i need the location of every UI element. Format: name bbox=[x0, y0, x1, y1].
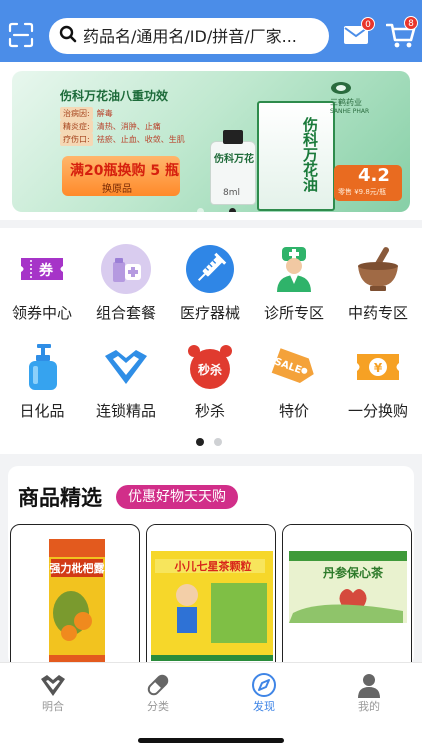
tab-label: 我的 bbox=[358, 700, 380, 713]
doctor-icon bbox=[277, 247, 311, 292]
category-clinic[interactable]: 诊所专区 bbox=[252, 228, 336, 324]
banner-dot-active[interactable] bbox=[229, 208, 236, 212]
tab-discover[interactable]: 发现 bbox=[211, 663, 317, 723]
feature-tag: 精炎症: bbox=[60, 120, 93, 133]
logo-sub: SANHE PHAR bbox=[330, 108, 370, 115]
pump-bottle-icon bbox=[29, 344, 57, 390]
category-flash-sale[interactable]: 秒杀 秒杀 bbox=[168, 326, 252, 422]
message-badge: 0 bbox=[361, 17, 375, 31]
feature-text: 解毒 bbox=[96, 109, 113, 118]
search-bar[interactable] bbox=[49, 18, 329, 54]
featured-products: 商品精选 优惠好物天天购 强力枇杷露 小儿七星茶颗粒 丹参保心茶 bbox=[8, 466, 414, 674]
category-special-price[interactable]: SALE 特价 bbox=[252, 326, 336, 422]
pager-dot-active[interactable] bbox=[196, 438, 204, 446]
scan-icon[interactable] bbox=[8, 22, 34, 48]
syringe-icon bbox=[186, 245, 234, 293]
search-icon bbox=[59, 25, 77, 47]
category-label: 连锁精品 bbox=[95, 402, 156, 420]
category-label: 医疗器械 bbox=[179, 304, 240, 322]
cart-badge: 8 bbox=[404, 16, 418, 30]
feature-text: 祛瘀、止血、收敛、生肌 bbox=[96, 135, 185, 144]
yuan-ticket-icon: ¥ bbox=[357, 354, 399, 380]
category-grid: 券 领券中心 组合套餐 医疗器械 诊所专区 中药专区 日化品 连锁精品 秒杀 秒… bbox=[0, 228, 422, 454]
bottle-image: 伤科万花 8ml bbox=[210, 130, 256, 205]
category-label: 诊所专区 bbox=[263, 304, 324, 322]
category-label: 日化品 bbox=[19, 402, 65, 420]
banner-feature-list: 治病因: 解毒 精炎症: 清热、消肿、止痛 疗伤口: 祛瘀、止血、收敛、生肌 bbox=[60, 107, 185, 146]
category-label: 特价 bbox=[278, 402, 309, 420]
category-tcm[interactable]: 中药专区 bbox=[336, 228, 420, 324]
tab-home[interactable]: 明合 bbox=[0, 663, 106, 723]
medicine-combo-icon bbox=[101, 244, 151, 294]
category-label: 秒杀 bbox=[194, 402, 225, 420]
price-value: 4.2 bbox=[358, 165, 390, 186]
cart-button[interactable]: 8 bbox=[385, 16, 418, 50]
feature-tag: 疗伤口: bbox=[60, 133, 93, 146]
category-combo[interactable]: 组合套餐 bbox=[84, 228, 168, 324]
product-image: 强力枇杷露 bbox=[49, 539, 106, 667]
message-button[interactable]: 0 bbox=[343, 17, 375, 46]
home-indicator bbox=[138, 738, 284, 743]
svg-text:券: 券 bbox=[39, 262, 54, 279]
tab-mine[interactable]: 我的 bbox=[316, 663, 422, 723]
svg-text:强力枇杷露: 强力枇杷露 bbox=[50, 561, 106, 575]
tab-category[interactable]: 分类 bbox=[105, 663, 211, 723]
brand-logo: 三鹤药业 SANHE PHAR bbox=[330, 81, 369, 115]
tab-label: 明合 bbox=[42, 700, 64, 713]
capsule-icon bbox=[147, 674, 169, 696]
svg-text:秒杀: 秒杀 bbox=[198, 362, 222, 377]
feature-tag: 治病因: bbox=[60, 107, 93, 120]
product-card[interactable]: 丹参保心茶 bbox=[282, 524, 412, 674]
logo-text: 三鹤药业 bbox=[330, 98, 362, 107]
category-daily-chem[interactable]: 日化品 bbox=[0, 326, 84, 422]
banner-dot[interactable] bbox=[197, 208, 204, 212]
compass-icon bbox=[252, 673, 276, 697]
category-coupon-center[interactable]: 券 领券中心 bbox=[0, 228, 84, 324]
tab-label: 分类 bbox=[147, 700, 169, 713]
leaf-logo-icon bbox=[331, 82, 351, 94]
svg-text:小儿七星茶颗粒: 小儿七星茶颗粒 bbox=[174, 559, 252, 573]
feature-text: 清热、消肿、止痛 bbox=[96, 122, 161, 131]
category-chain-selected[interactable]: 连锁精品 bbox=[84, 326, 168, 422]
offer-sub: 换原品 bbox=[102, 184, 132, 195]
section-tag: 优惠好物天天购 bbox=[116, 485, 238, 509]
coupon-icon: 券 bbox=[21, 258, 63, 280]
category-label: 领券中心 bbox=[11, 304, 72, 322]
banner-pagination bbox=[197, 208, 247, 212]
category-label: 中药专区 bbox=[347, 304, 408, 322]
svg-text:丹参保心茶: 丹参保心茶 bbox=[323, 565, 384, 580]
user-icon bbox=[358, 674, 380, 698]
pager-dot[interactable] bbox=[214, 438, 222, 446]
category-label: 组合套餐 bbox=[95, 304, 156, 322]
section-title: 商品精选 bbox=[18, 486, 102, 510]
price-sub: 零售 ¥9.8元/瓶 bbox=[338, 188, 387, 196]
product-image: 丹参保心茶 bbox=[283, 525, 411, 673]
category-pagination bbox=[196, 438, 226, 446]
bottle-volume: 8ml bbox=[223, 188, 240, 198]
category-medical-devices[interactable]: 医疗器械 bbox=[168, 228, 252, 324]
heart-logo-icon bbox=[41, 675, 65, 696]
search-input[interactable] bbox=[83, 26, 313, 46]
price-tag: 4.2 零售 ¥9.8元/瓶 bbox=[334, 165, 402, 201]
offer-main: 满20瓶换购 5 瓶 bbox=[70, 163, 179, 179]
category-one-cent[interactable]: ¥ 一分换购 bbox=[336, 326, 420, 422]
category-label: 一分换购 bbox=[347, 402, 408, 420]
bottle-label: 伤科万花 bbox=[214, 154, 254, 165]
product-image: 小儿七星茶颗粒 bbox=[147, 525, 275, 673]
banner-offer: 满20瓶换购 5 瓶 换原品 bbox=[62, 156, 180, 196]
box-text: 伤科万花油 bbox=[301, 117, 319, 192]
mortar-icon bbox=[358, 247, 398, 291]
top-header: 0 8 bbox=[0, 0, 422, 62]
sale-tag-icon: SALE bbox=[271, 348, 314, 383]
alarm-flash-sale-icon: 秒杀 bbox=[188, 345, 232, 389]
product-card[interactable]: 小儿七星茶颗粒 bbox=[146, 524, 276, 674]
chain-heart-icon bbox=[105, 350, 147, 384]
banner-title: 伤科万花油八重功效 bbox=[60, 89, 169, 103]
product-card[interactable]: 强力枇杷露 bbox=[10, 524, 140, 674]
promo-banner[interactable]: 伤科万花油八重功效 治病因: 解毒 精炎症: 清热、消肿、止痛 疗伤口: 祛瘀、止血、… bbox=[12, 71, 410, 212]
bottom-tab-bar: 明合 分类 发现 我的 bbox=[0, 662, 422, 750]
banner-section: 伤科万花油八重功效 治病因: 解毒 精炎症: 清热、消肿、止痛 疗伤口: 祛瘀、止血、… bbox=[0, 62, 422, 220]
svg-text:¥: ¥ bbox=[374, 361, 383, 375]
tab-label: 发现 bbox=[253, 700, 275, 713]
